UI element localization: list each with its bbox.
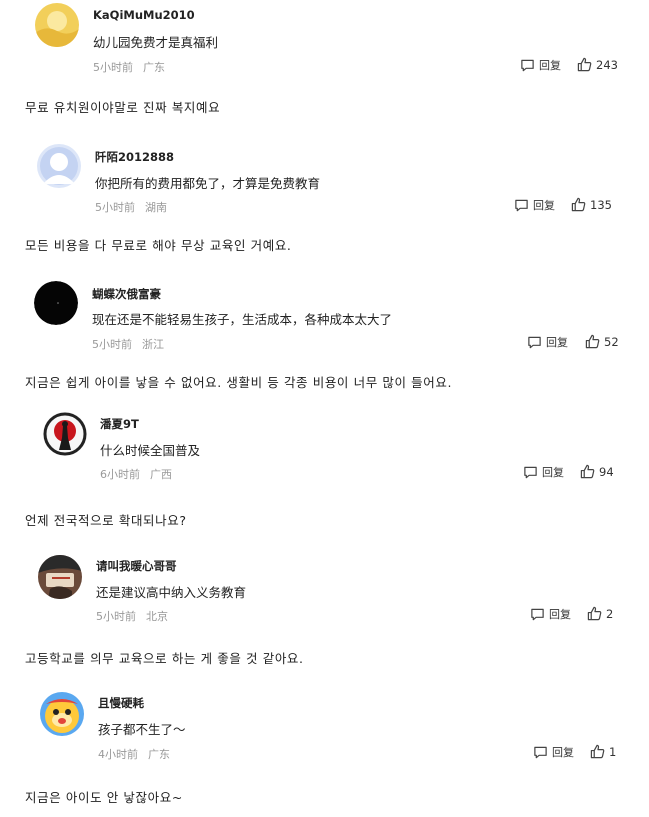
reply-label: 回复 (539, 59, 561, 72)
username[interactable]: KaQiMuMu2010 (93, 8, 195, 22)
comment-time: 5小时前 (96, 610, 136, 623)
comment-item: 请叫我暖心哥哥 还是建议高中纳入义务教育 5小时前 北京 回复 2 (0, 551, 649, 643)
translation-text: 지금은 아이도 안 낳잖아요~ (25, 790, 183, 805)
comment-bubble-icon (524, 466, 537, 478)
reply-label: 回复 (542, 466, 564, 479)
comment-item: 蝴蝶次俄富豪 现在还是不能轻易生孩子，生活成本，各种成本太大了 5小时前 浙江 回… (0, 279, 649, 371)
reply-label: 回复 (549, 608, 571, 621)
comment-bubble-icon (515, 199, 528, 211)
username[interactable]: 请叫我暖心哥哥 (96, 558, 177, 574)
like-count: 1 (609, 744, 617, 759)
default-user-avatar-icon (37, 144, 81, 188)
red-sun-warrior-avatar-icon (43, 412, 87, 456)
like-count: 2 (606, 606, 614, 621)
comment-time: 6小时前 (100, 468, 140, 481)
thumbs-up-icon (585, 334, 600, 349)
like-button[interactable]: 94 (580, 464, 614, 479)
translation-text: 고등학교를 의무 교육으로 하는 게 좋을 것 같아요. (25, 651, 304, 666)
like-button[interactable]: 52 (585, 334, 619, 349)
translation-text: 무료 유치원이야말로 진짜 복지예요 (25, 100, 221, 115)
user-avatar[interactable] (34, 281, 78, 325)
reply-label: 回复 (552, 746, 574, 759)
comment-time: 5小时前 (93, 61, 133, 74)
translation-text: 모든 비용을 다 무료로 해야 무상 교육인 거예요. (25, 238, 292, 253)
comment-meta: 4小时前 广东 (98, 746, 170, 762)
like-button[interactable]: 2 (587, 606, 613, 621)
comment-bubble-icon (531, 608, 544, 620)
comment-text: 幼儿园免费才是真福利 (93, 35, 219, 50)
reply-button[interactable]: 回复 (527, 334, 568, 350)
reply-button[interactable]: 回复 (533, 744, 574, 760)
like-button[interactable]: 243 (577, 57, 618, 72)
thumbs-up-icon (590, 744, 605, 759)
like-count: 243 (596, 57, 618, 72)
comment-time: 4小时前 (98, 748, 138, 761)
photo-avatar-icon (38, 555, 82, 599)
translation-text: 언제 전국적으로 확대되나요? (25, 513, 187, 528)
comment-text: 孩子都不生了～ (98, 722, 186, 737)
comment-location: 湖南 (145, 201, 167, 214)
black-circle-avatar-icon (34, 281, 78, 325)
user-avatar[interactable] (35, 3, 79, 47)
thumbs-up-icon (577, 57, 592, 72)
thumbs-up-icon (571, 197, 586, 212)
comment-location: 广东 (143, 61, 165, 74)
comment-item: 阡陌2012888 你把所有的费用都免了，才算是免费教育 5小时前 湖南 回复 1… (0, 141, 649, 233)
comment-meta: 5小时前 北京 (96, 608, 168, 624)
user-avatar[interactable] (37, 144, 81, 188)
like-count: 52 (604, 334, 619, 349)
comment-meta: 5小时前 浙江 (92, 336, 164, 352)
reply-button[interactable]: 回复 (523, 464, 564, 480)
username[interactable]: 潘夏9T (100, 416, 139, 432)
comment-meta: 5小时前 广东 (93, 59, 165, 75)
comment-item: 且慢硬耗 孩子都不生了～ 4小时前 广东 回复 1 (0, 688, 649, 780)
comment-bubble-icon (534, 746, 547, 758)
comment-location: 浙江 (142, 338, 164, 351)
comment-item: 潘夏9T 什么时候全国普及 6小时前 广西 回复 94 (0, 409, 649, 501)
comment-bubble-icon (528, 336, 541, 348)
like-count: 135 (590, 197, 612, 212)
comment-text: 你把所有的费用都免了，才算是免费教育 (95, 176, 321, 191)
sun-landscape-avatar-icon (35, 3, 79, 47)
reply-button[interactable]: 回复 (520, 57, 561, 73)
comment-meta: 6小时前 广西 (100, 466, 172, 482)
user-avatar[interactable] (38, 555, 82, 599)
comment-location: 广东 (148, 748, 170, 761)
reply-label: 回复 (533, 199, 555, 212)
user-avatar[interactable] (43, 412, 87, 456)
comment-time: 5小时前 (95, 201, 135, 214)
like-button[interactable]: 1 (590, 744, 616, 759)
comment-time: 5小时前 (92, 338, 132, 351)
comment-item: KaQiMuMu2010 幼儿园免费才是真福利 5小时前 广东 回复 243 (0, 0, 649, 92)
like-count: 94 (599, 464, 614, 479)
like-button[interactable]: 135 (571, 197, 612, 212)
reply-button[interactable]: 回复 (530, 606, 571, 622)
comment-text: 什么时候全国普及 (100, 443, 201, 458)
yellow-cartoon-avatar-icon (40, 692, 84, 736)
username[interactable]: 蝴蝶次俄富豪 (92, 286, 161, 302)
username[interactable]: 且慢硬耗 (98, 695, 144, 711)
comment-text: 还是建议高中纳入义务教育 (96, 585, 247, 600)
comment-text: 现在还是不能轻易生孩子，生活成本，各种成本太大了 (92, 312, 393, 327)
username[interactable]: 阡陌2012888 (95, 149, 174, 165)
thumbs-up-icon (580, 464, 595, 479)
comment-location: 北京 (146, 610, 168, 623)
reply-button[interactable]: 回复 (514, 197, 555, 213)
user-avatar[interactable] (40, 692, 84, 736)
comment-location: 广西 (150, 468, 172, 481)
translation-text: 지금은 쉽게 아이를 낳을 수 없어요. 생활비 등 각종 비용이 너무 많이 … (25, 375, 453, 390)
comment-bubble-icon (521, 59, 534, 71)
reply-label: 回复 (546, 336, 568, 349)
thumbs-up-icon (587, 606, 602, 621)
comment-meta: 5小时前 湖南 (95, 199, 167, 215)
